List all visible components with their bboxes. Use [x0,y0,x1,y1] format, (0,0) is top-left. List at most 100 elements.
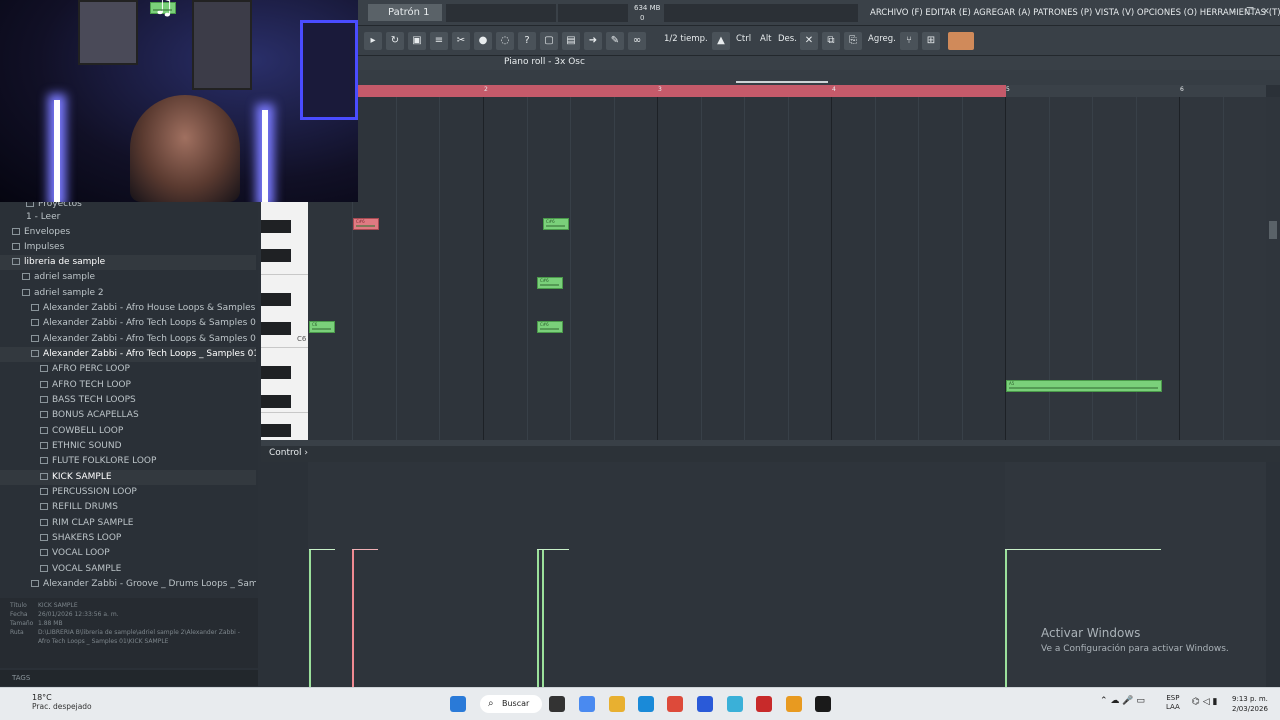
close-icon[interactable]: ✕ [1260,7,1272,18]
plugin-icon[interactable]: ▢ [540,32,558,50]
browser-folder[interactable]: Alexander Zabbi - Afro Tech Loops & Samp… [0,332,256,347]
app-icon[interactable] [727,696,743,712]
ctrl-button[interactable]: Ctrl [736,34,751,44]
tempo-slider[interactable] [948,32,974,50]
loop-region[interactable] [358,85,1006,97]
timeline-ruler[interactable]: 2 3 4 5 6 [358,85,1266,97]
mixer-icon[interactable]: ≡ [430,32,448,50]
browser-folder[interactable]: AFRO PERC LOOP [0,362,256,377]
browser-folder[interactable]: BASS TECH LOOPS [0,393,256,408]
velocity-bar[interactable] [1005,549,1007,687]
network-icon[interactable]: ⌬ ◁ ▮ [1192,697,1217,707]
task-view-icon[interactable] [549,696,565,712]
browser-folder[interactable]: KICK SAMPLE [0,470,256,485]
alt-button[interactable]: Alt [760,34,772,44]
vertical-scrollbar[interactable] [1266,97,1280,440]
weather-widget[interactable]: 18°C Prac. despejado [14,693,92,711]
black-key[interactable] [261,220,291,233]
browser-folder[interactable]: VOCAL LOOP [0,546,256,561]
browser-folder[interactable]: RIM CLAP SAMPLE [0,516,256,531]
agreg-button[interactable]: Agreg. [868,34,896,44]
pencil-icon[interactable]: ✎ [606,32,624,50]
start-icon[interactable] [450,696,466,712]
main-menu[interactable]: ARCHIVO (F) EDITAR (E) AGREGAR (A) PATRO… [870,0,1280,26]
browser-folder[interactable]: BONUS ACAPELLAS [0,408,256,423]
browser-folder[interactable]: Envelopes [0,225,256,240]
black-key[interactable] [261,424,291,437]
file-explorer-icon[interactable] [609,696,625,712]
browser-folder[interactable]: AFRO TECH LOOP [0,378,256,393]
des-button[interactable]: Des. [778,34,797,44]
browser-folder[interactable]: FLUTE FOLKLORE LOOP [0,454,256,469]
browser-folder[interactable]: libreria de sample [0,255,256,270]
black-key[interactable] [261,293,291,306]
velocity-bar[interactable] [309,549,311,687]
cut-icon[interactable]: ✂ [452,32,470,50]
master-pitch[interactable] [558,4,628,22]
metronome-icon[interactable]: ▲ [712,32,730,50]
cart-icon[interactable]: ⊞ [922,32,940,50]
edge-icon[interactable] [638,696,654,712]
pattern-selector[interactable]: Patrón 1 [368,4,442,21]
browser-folder[interactable]: Alexander Zabbi - Afro Tech Loops _ Samp… [0,347,256,362]
browser-folder[interactable]: Impulses [0,240,256,255]
language-indicator[interactable]: ESP LAA [1166,694,1180,712]
clock[interactable]: 9:13 p. m. 2/03/2026 [1232,694,1268,714]
snap-selector[interactable]: 1/2 tiemp. [664,34,708,44]
minimize-icon[interactable]: – [1228,7,1240,18]
paste-icon[interactable]: ⎘ [844,32,862,50]
keyboard-icon[interactable]: ▤ [562,32,580,50]
browser-folder[interactable]: Alexander Zabbi - Afro Tech Loops & Samp… [0,316,256,331]
note[interactable]: A5 [1006,380,1162,392]
note[interactable]: C6 [309,321,335,333]
note[interactable]: C#6 [543,218,569,230]
arrow-icon[interactable]: ▸ [364,32,382,50]
black-key[interactable] [261,322,291,335]
velocity-bar[interactable] [542,549,544,687]
link-icon[interactable]: ∞ [628,32,646,50]
search-box[interactable]: ⌕ Buscar [480,695,542,713]
fl-studio-icon[interactable] [786,696,802,712]
browser-folder[interactable]: adriel sample 2 [0,286,256,301]
note[interactable]: C#6 [353,218,379,230]
black-key[interactable] [261,395,291,408]
browser-folder[interactable]: REFILL DRUMS [0,500,256,515]
chrome-icon[interactable] [667,696,683,712]
delete-icon[interactable]: ✕ [800,32,818,50]
obs-icon[interactable] [815,696,831,712]
browser-item[interactable]: 1 - Leer [0,210,256,225]
browser-folder[interactable]: Alexander Zabbi - Groove _ Drums Loops _… [0,577,256,592]
browser-folder[interactable]: Alexander Zabbi - Afro House Loops & Sam… [0,301,256,316]
note[interactable]: C#6 [537,321,563,333]
note-grid[interactable]: C#6 C#6 C6 C#6 C#6 A5 [308,97,1266,440]
loop-icon[interactable]: ↻ [386,32,404,50]
next-icon[interactable]: ➜ [584,32,602,50]
piano-keyboard[interactable]: C6 [261,202,308,440]
browser-folder[interactable]: VOCAL SAMPLE [0,562,256,577]
browser-folder[interactable]: SHAKERS LOOP [0,531,256,546]
browser-folder[interactable]: ETHNIC SOUND [0,439,256,454]
browser-folder[interactable]: COWBELL LOOP [0,424,256,439]
app-icon[interactable] [756,696,772,712]
store-icon[interactable] [697,696,713,712]
velocity-bar[interactable] [352,549,354,687]
black-key[interactable] [261,249,291,262]
control-selector[interactable]: Control › [269,448,308,458]
save-icon[interactable]: ▣ [408,32,426,50]
system-tray[interactable]: ⌃ ☁ 🎤 ▭ [1100,696,1145,706]
fork-icon[interactable]: ⑂ [900,32,918,50]
browser-folder[interactable]: adriel sample [0,270,256,285]
microphone-icon[interactable]: ● [474,32,492,50]
master-volume[interactable] [446,4,556,22]
velocity-bar[interactable] [537,549,539,687]
tags-bar[interactable]: TAGS [0,670,258,686]
help-icon[interactable]: ? [518,32,536,50]
copilot-icon[interactable] [579,696,595,712]
horizontal-scrollbar[interactable] [358,70,1280,85]
black-key[interactable] [261,366,291,379]
note[interactable]: C#6 [537,277,563,289]
copy-icon[interactable]: ⧉ [822,32,840,50]
browser-folder[interactable]: PERCUSSION LOOP [0,485,256,500]
restore-icon[interactable]: ❐ [1244,7,1256,18]
comment-icon[interactable]: ◌ [496,32,514,50]
